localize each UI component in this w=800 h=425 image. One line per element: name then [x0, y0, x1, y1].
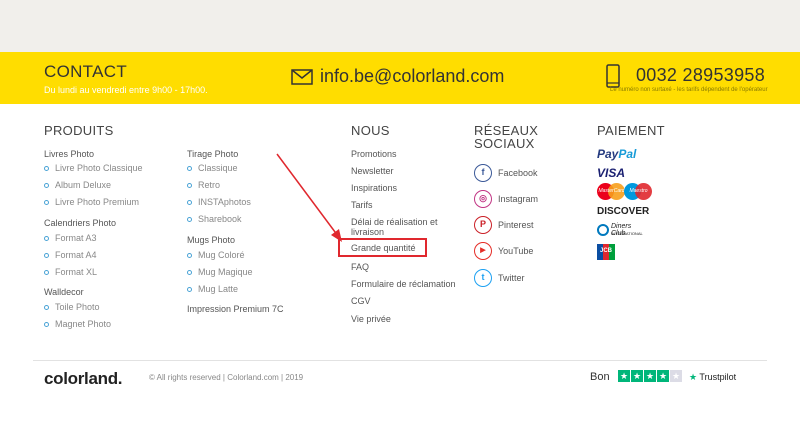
instagram-icon[interactable]: ◎ — [474, 190, 492, 208]
pinterest-icon[interactable]: P — [474, 216, 492, 234]
bullet-icon — [44, 322, 49, 327]
trustpilot-stars[interactable]: ★ ★ ★ ★ ★ — [618, 370, 682, 382]
bullet-icon — [187, 183, 192, 188]
bullet-icon — [44, 183, 49, 188]
visa-logo: VISA — [597, 166, 626, 180]
link-walldecor[interactable]: Walldecor — [44, 287, 84, 297]
mail-icon — [291, 69, 313, 85]
link-format-a3[interactable]: Format A3 — [55, 233, 97, 243]
phone-link[interactable]: 0032 28953958 — [636, 65, 765, 86]
trustpilot-label: Trustpilot — [699, 372, 737, 382]
contact-band: CONTACT Du lundi au vendredi entre 9h00 … — [0, 52, 800, 104]
diners-club-logo: Diners Club INTERNATIONAL — [597, 223, 647, 239]
colorland-logo[interactable]: colorland. — [44, 369, 123, 389]
nous-heading: NOUS — [351, 123, 390, 138]
email-link[interactable]: info.be@colorland.com — [320, 66, 504, 87]
link-format-xl[interactable]: Format XL — [55, 267, 97, 277]
bullet-icon — [44, 270, 49, 275]
logo-text: colorland. — [44, 369, 123, 388]
reseaux-heading-line2: SOCIAUX — [474, 136, 535, 151]
bullet-icon — [44, 305, 49, 310]
link-livre-photo-premium[interactable]: Livre Photo Premium — [55, 197, 139, 207]
link-calendriers-photo[interactable]: Calendriers Photo — [44, 218, 116, 228]
link-cgv[interactable]: CGV — [351, 296, 371, 306]
link-youtube[interactable]: YouTube — [498, 246, 533, 256]
link-mug-magique[interactable]: Mug Magique — [198, 267, 253, 277]
link-magnet-photo[interactable]: Magnet Photo — [55, 319, 111, 329]
link-retro[interactable]: Retro — [198, 180, 220, 190]
bullet-icon — [187, 287, 192, 292]
link-delai-livraison[interactable]: livraison — [351, 227, 384, 237]
bullet-icon — [44, 200, 49, 205]
link-facebook[interactable]: Facebook — [498, 168, 538, 178]
paiement-heading: PAIEMENT — [597, 123, 665, 138]
mastercard-logo: MasterCard — [597, 183, 627, 200]
phone-icon — [606, 64, 620, 88]
jcb-label: JCB — [599, 248, 612, 254]
link-mug-latte[interactable]: Mug Latte — [198, 284, 238, 294]
copyright-text: © All rights reserved | Colorland.com | … — [149, 373, 304, 382]
bullet-icon — [187, 217, 192, 222]
paypal-pay: Pay — [597, 147, 619, 161]
bullet-icon — [187, 270, 192, 275]
trustpilot-star-icon: ★ — [689, 372, 698, 382]
link-livres-photo[interactable]: Livres Photo — [44, 149, 94, 159]
link-vie-privee[interactable]: Vie privée — [351, 314, 391, 324]
link-instagram[interactable]: Instagram — [498, 194, 538, 204]
star-icon: ★ — [644, 370, 656, 382]
phone-note: Le numéro non surtaxé - les tarifs dépen… — [610, 87, 768, 93]
contact-hours: Du lundi au vendredi entre 9h00 - 17h00. — [44, 85, 208, 95]
link-sharebook[interactable]: Sharebook — [198, 214, 242, 224]
star-icon: ★ — [670, 370, 682, 382]
link-livre-photo-classique[interactable]: Livre Photo Classique — [55, 163, 143, 173]
star-icon: ★ — [657, 370, 669, 382]
maestro-label: Maestro — [629, 188, 648, 194]
bullet-icon — [187, 253, 192, 258]
rating-word: Bon — [590, 371, 610, 383]
bullet-icon — [44, 253, 49, 258]
link-faq[interactable]: FAQ — [351, 262, 369, 272]
link-delai-realisation[interactable]: Délai de réalisation et — [351, 217, 438, 227]
link-format-a4[interactable]: Format A4 — [55, 250, 97, 260]
mastercard-label: MasterCard — [598, 188, 625, 194]
produits-heading: PRODUITS — [44, 123, 114, 138]
link-instaphotos[interactable]: INSTAphotos — [198, 197, 251, 207]
jcb-logo: JCB — [597, 244, 615, 260]
top-band — [0, 0, 800, 52]
link-album-deluxe[interactable]: Album Deluxe — [55, 180, 111, 190]
link-toile-photo[interactable]: Toile Photo — [55, 302, 100, 312]
link-tirage-photo[interactable]: Tirage Photo — [187, 149, 238, 159]
bullet-icon — [44, 236, 49, 241]
link-formulaire-reclamation[interactable]: Formulaire de réclamation — [351, 279, 456, 289]
twitter-icon[interactable]: t — [474, 269, 492, 287]
maestro-logo: Maestro — [624, 183, 654, 200]
discover-logo: DISCOVER — [597, 206, 650, 217]
link-inspirations[interactable]: Inspirations — [351, 183, 397, 193]
link-classique[interactable]: Classique — [198, 163, 238, 173]
paypal-logo: PayPal — [597, 147, 636, 161]
youtube-icon[interactable]: ▶ — [474, 242, 492, 260]
link-mugs-photo[interactable]: Mugs Photo — [187, 235, 235, 245]
link-pinterest[interactable]: Pinterest — [498, 220, 534, 230]
link-twitter[interactable]: Twitter — [498, 273, 525, 283]
link-newsletter[interactable]: Newsletter — [351, 166, 394, 176]
star-icon: ★ — [618, 370, 630, 382]
star-icon: ★ — [631, 370, 643, 382]
diners-sub: INTERNATIONAL — [611, 231, 643, 236]
trustpilot-logo[interactable]: ★ Trustpilot — [689, 372, 736, 383]
link-tarifs[interactable]: Tarifs — [351, 200, 373, 210]
paypal-pal: Pal — [618, 147, 637, 161]
link-promotions[interactable]: Promotions — [351, 149, 397, 159]
contact-title: CONTACT — [44, 62, 127, 81]
link-mug-colore[interactable]: Mug Coloré — [198, 250, 245, 260]
facebook-icon[interactable]: f — [474, 164, 492, 182]
bullet-icon — [187, 166, 192, 171]
bullet-icon — [187, 200, 192, 205]
link-grande-quantite[interactable]: Grande quantité — [351, 243, 416, 253]
bullet-icon — [44, 166, 49, 171]
link-impression-premium[interactable]: Impression Premium 7C — [187, 304, 284, 314]
annotation-arrow-icon — [276, 153, 342, 242]
footer-divider — [33, 360, 767, 361]
